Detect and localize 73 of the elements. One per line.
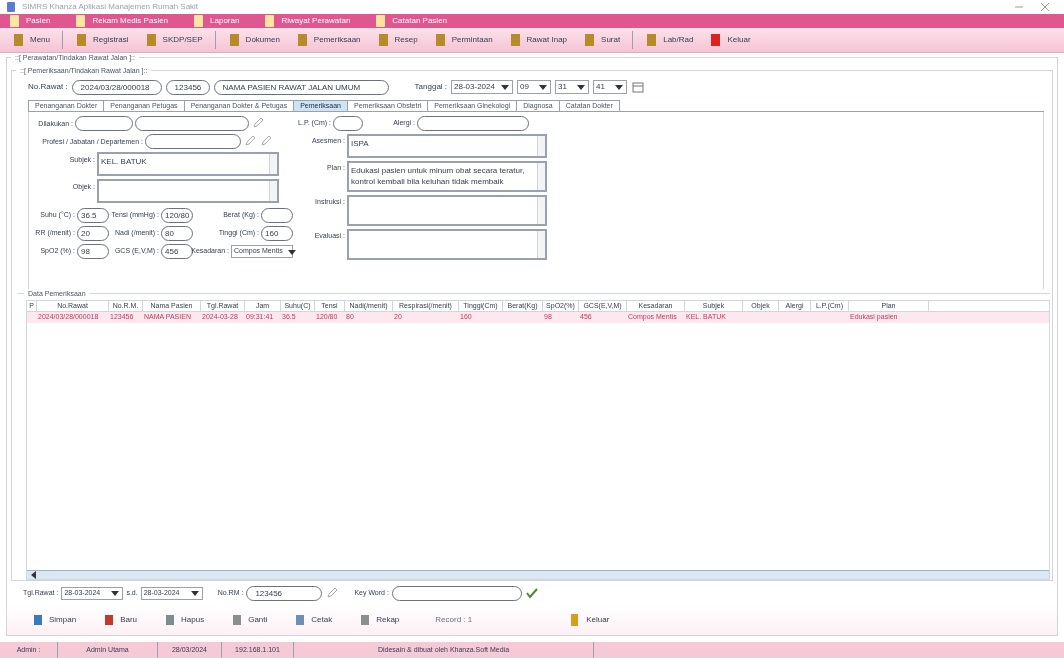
- field-label: No.Rawat :: [28, 81, 68, 93]
- toolbar-button[interactable]: Lab/Rad: [641, 30, 698, 50]
- menu-item[interactable]: Rekam Medis Pasien: [70, 14, 173, 28]
- toolbar-button[interactable]: Dokumen: [223, 30, 284, 50]
- toolbar-button[interactable]: Rawat Inap: [504, 30, 572, 50]
- menu-item[interactable]: Riwayat Perawatan: [259, 14, 355, 28]
- input-field[interactable]: 36.5: [77, 208, 109, 223]
- input-field[interactable]: [391, 585, 522, 601]
- document-icon[interactable]: [433, 33, 448, 47]
- app-icon[interactable]: [4, 0, 18, 14]
- dropdown[interactable]: 09: [517, 80, 552, 94]
- input-field[interactable]: [261, 208, 293, 223]
- close-icon[interactable]: [1038, 0, 1052, 14]
- menu-item[interactable]: Catatan Pasien: [370, 14, 452, 28]
- toolbar-button[interactable]: Keluar: [705, 30, 755, 50]
- document-icon[interactable]: [75, 33, 89, 47]
- document-icon[interactable]: [12, 33, 26, 47]
- action-button[interactable]: Baru: [102, 613, 138, 627]
- action-button[interactable]: Cetak: [293, 613, 333, 627]
- input-field[interactable]: 98: [77, 244, 109, 259]
- toolbar-button[interactable]: Resep: [372, 30, 422, 50]
- document-icon[interactable]: [295, 33, 310, 47]
- document-icon[interactable]: [376, 33, 391, 47]
- text-area[interactable]: KEL. BATUK: [97, 152, 279, 176]
- document-icon[interactable]: [31, 613, 45, 627]
- input-field[interactable]: 123456: [246, 585, 323, 601]
- scroll-bar[interactable]: [27, 570, 1049, 579]
- input-field[interactable]: 80: [161, 226, 193, 241]
- text-area[interactable]: [97, 179, 279, 203]
- menu-item-icon[interactable]: [8, 14, 22, 28]
- dropdown[interactable]: 41: [593, 80, 628, 94]
- toolbar-button[interactable]: Pemeriksaan: [291, 30, 365, 50]
- text-area[interactable]: Edukasi pasien untuk minum obat secara teratur, kontrol kembali bila keluhan tidak membaik: [347, 161, 547, 192]
- dropdown[interactable]: 28-03-2024: [451, 80, 514, 94]
- document-icon[interactable]: [227, 33, 242, 47]
- document-icon[interactable]: [508, 33, 523, 47]
- text-area[interactable]: [347, 195, 547, 226]
- edit-icon[interactable]: [259, 134, 273, 148]
- input-field[interactable]: [333, 116, 363, 131]
- menu-item[interactable]: Pasien: [4, 14, 55, 28]
- toolbar-button[interactable]: Surat: [579, 30, 625, 50]
- edit-icon[interactable]: [243, 134, 257, 148]
- input-field[interactable]: 20: [77, 226, 109, 241]
- input-field[interactable]: [145, 134, 241, 149]
- action-button[interactable]: Simpan: [31, 613, 77, 627]
- record-count: Record : 1: [435, 614, 473, 626]
- input-field[interactable]: [135, 116, 249, 131]
- exit-button[interactable]: Keluar: [568, 613, 610, 627]
- input-field[interactable]: NAMA PASIEN RAWAT JALAN UMUM: [213, 79, 389, 95]
- document-icon[interactable]: [144, 33, 159, 47]
- text-area[interactable]: ISPA: [347, 134, 547, 158]
- input-field[interactable]: [417, 116, 529, 131]
- action-button[interactable]: Hapus: [163, 613, 205, 627]
- input-field[interactable]: 456: [161, 244, 193, 259]
- menu-item[interactable]: Laporan: [188, 14, 244, 28]
- input-field[interactable]: 2024/03/28/000018: [71, 79, 162, 95]
- text-area[interactable]: [347, 229, 547, 260]
- input-field[interactable]: 123456: [165, 79, 210, 95]
- window-title: SIMRS Khanza Aplikasi Manajemen Rumah Sakit: [22, 1, 199, 13]
- toolbar-button[interactable]: SKDP/SEP: [140, 30, 207, 50]
- toolbar-button[interactable]: Permintaan: [429, 30, 497, 50]
- toolbar-button[interactable]: Registrasi: [71, 30, 133, 50]
- action-button[interactable]: Rekap: [358, 613, 400, 627]
- input-field[interactable]: [75, 116, 133, 131]
- dropdown[interactable]: 31: [555, 80, 590, 94]
- action-button[interactable]: Ganti: [230, 613, 268, 627]
- field-label: Tanggal :: [414, 81, 448, 93]
- toolbar-button[interactable]: Menu: [8, 30, 54, 50]
- edit-icon[interactable]: [251, 116, 265, 130]
- input-field[interactable]: 160: [261, 226, 293, 241]
- checkmark-icon[interactable]: [524, 586, 539, 600]
- edit-icon[interactable]: [325, 586, 340, 600]
- input-field[interactable]: 120/80: [161, 208, 193, 223]
